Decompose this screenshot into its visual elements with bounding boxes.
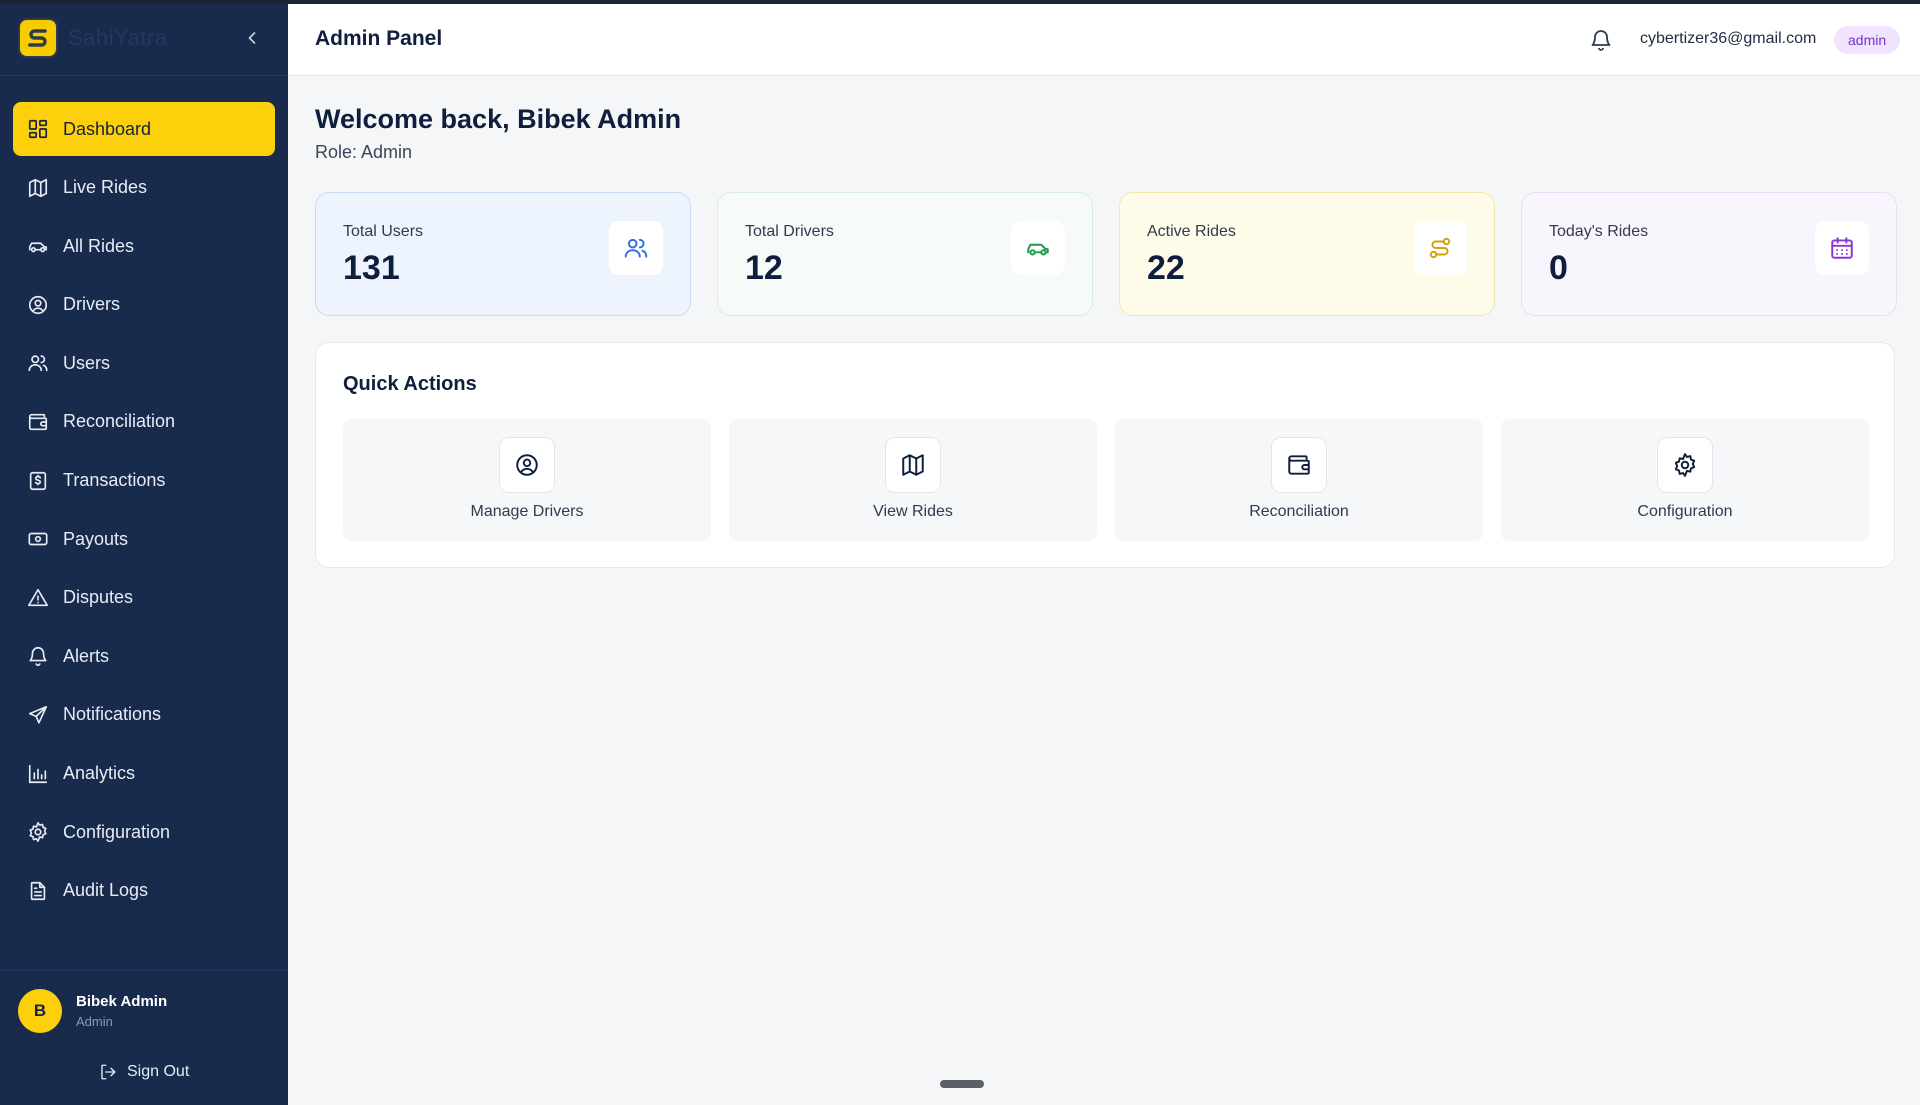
map-icon — [27, 177, 49, 199]
sidebar-item-label: Drivers — [63, 294, 120, 315]
log-out-icon — [99, 1063, 117, 1081]
sidebar-item-audit-logs[interactable]: Audit Logs — [13, 864, 275, 918]
sidebar-item-reconciliation[interactable]: Reconciliation — [13, 395, 275, 449]
collapse-sidebar-button[interactable] — [240, 26, 264, 50]
stat-label: Active Rides — [1147, 223, 1236, 240]
sidebar-item-label: Live Rides — [63, 177, 148, 198]
stat-value: 0 — [1549, 249, 1568, 287]
users-icon — [27, 352, 49, 374]
page-title: Admin Panel — [315, 27, 443, 50]
sidebar-item-label: Alerts — [63, 645, 110, 666]
sidebar-item-label: Dashboard — [63, 118, 152, 139]
sidebar-item-disputes[interactable]: Disputes — [13, 571, 275, 625]
map-icon — [885, 437, 941, 493]
window-top-strip — [0, 0, 1920, 4]
receipt-icon — [27, 470, 49, 492]
stat-card-active-rides: Active Rides 22 — [1119, 192, 1495, 316]
user-role: Admin — [76, 1014, 113, 1029]
quick-action-reconciliation[interactable]: Reconciliation — [1115, 419, 1483, 541]
sidebar-item-analytics[interactable]: Analytics — [13, 747, 275, 801]
sidebar-item-live-rides[interactable]: Live Rides — [13, 161, 275, 215]
role-badge: admin — [1834, 26, 1901, 54]
sidebar-item-label: Payouts — [63, 528, 129, 549]
wallet-icon — [27, 411, 49, 433]
brand-name: SahiYatra — [68, 24, 168, 50]
sidebar-item-drivers[interactable]: Drivers — [13, 278, 275, 332]
sidebar-item-alerts[interactable]: Alerts — [13, 629, 275, 683]
users-icon — [609, 221, 663, 275]
bell-icon — [27, 645, 49, 667]
sidebar-item-label: Transactions — [63, 470, 166, 491]
main-content: Welcome back, Bibek Admin Role: Admin To… — [288, 76, 1920, 1105]
role-line: Role: Admin — [315, 142, 413, 162]
stat-card-total-users: Total Users 131 — [315, 192, 691, 316]
avatar: B — [18, 989, 62, 1033]
route-icon — [1413, 221, 1467, 275]
sidebar-item-label: Reconciliation — [63, 411, 176, 432]
stat-value: 22 — [1147, 249, 1185, 287]
quick-action-label: Manage Drivers — [470, 503, 584, 520]
bar-chart-icon — [27, 763, 49, 785]
gear-icon — [1657, 437, 1713, 493]
sidebar-item-label: Analytics — [63, 763, 136, 784]
bottom-scroll-handle[interactable] — [940, 1080, 984, 1088]
stat-label: Total Drivers — [745, 223, 834, 240]
sign-out-button[interactable]: Sign Out — [99, 1063, 189, 1081]
sidebar-item-users[interactable]: Users — [13, 336, 275, 390]
user-circle-icon — [499, 437, 555, 493]
welcome-heading: Welcome back, Bibek Admin — [315, 104, 682, 134]
dashboard-icon — [27, 118, 49, 140]
sidebar-item-label: Disputes — [63, 587, 134, 608]
quick-action-label: Reconciliation — [1249, 503, 1349, 520]
banknote-icon — [27, 528, 49, 550]
stat-label: Total Users — [343, 223, 424, 240]
stat-value: 131 — [343, 249, 400, 287]
file-text-icon — [27, 880, 49, 902]
quick-actions-title: Quick Actions — [343, 373, 477, 395]
user-name: Bibek Admin — [76, 993, 168, 1010]
car-icon — [1011, 221, 1065, 275]
sidebar-item-label: All Rides — [63, 235, 135, 256]
quick-action-configuration[interactable]: Configuration — [1501, 419, 1869, 541]
sign-out-label: Sign Out — [127, 1063, 190, 1080]
car-icon — [27, 235, 49, 257]
sidebar-item-configuration[interactable]: Configuration — [13, 805, 275, 859]
sidebar-item-all-rides[interactable]: All Rides — [13, 219, 275, 273]
user-email: cybertizer36@gmail.com — [1640, 30, 1817, 47]
quick-action-manage-drivers[interactable]: Manage Drivers — [343, 419, 711, 541]
sidebar-item-label: Users — [63, 352, 111, 373]
calendar-icon — [1815, 221, 1869, 275]
sidebar-item-transactions[interactable]: Transactions — [13, 454, 275, 508]
quick-action-label: View Rides — [873, 503, 953, 520]
sidebar-item-label: Audit Logs — [63, 880, 149, 901]
sidebar: SahiYatra Dashboard Live Rides All Rides… — [0, 0, 288, 1105]
alert-triangle-icon — [27, 587, 49, 609]
sidebar-item-label: Configuration — [63, 821, 171, 842]
stat-label: Today's Rides — [1549, 223, 1649, 240]
stat-card-todays-rides: Today's Rides 0 — [1521, 192, 1897, 316]
brand: SahiYatra — [0, 0, 288, 76]
stat-value: 12 — [745, 249, 783, 287]
sidebar-item-notifications[interactable]: Notifications — [13, 688, 275, 742]
gear-icon — [27, 821, 49, 843]
sidebar-user-box: B Bibek Admin Admin Sign Out — [0, 970, 288, 1105]
quick-action-view-rides[interactable]: View Rides — [729, 419, 1097, 541]
quick-action-label: Configuration — [1637, 503, 1733, 520]
logo-icon — [18, 17, 58, 58]
bell-icon — [1591, 30, 1611, 51]
stat-card-total-drivers: Total Drivers 12 — [717, 192, 1093, 316]
top-header: Admin Panel cybertizer36@gmail.com admin — [288, 4, 1920, 76]
sidebar-item-label: Notifications — [63, 704, 162, 725]
quick-actions-panel: Quick Actions Manage Drivers View Rides … — [315, 342, 1895, 568]
sidebar-nav: Dashboard Live Rides All Rides Drivers U… — [0, 76, 288, 918]
sidebar-item-dashboard[interactable]: Dashboard — [13, 102, 275, 156]
wallet-icon — [1271, 437, 1327, 493]
send-icon — [27, 704, 49, 726]
user-circle-icon — [27, 294, 49, 316]
notifications-bell-button[interactable] — [1589, 28, 1613, 52]
chevron-left-icon — [248, 32, 256, 44]
sidebar-item-payouts[interactable]: Payouts — [13, 512, 275, 566]
